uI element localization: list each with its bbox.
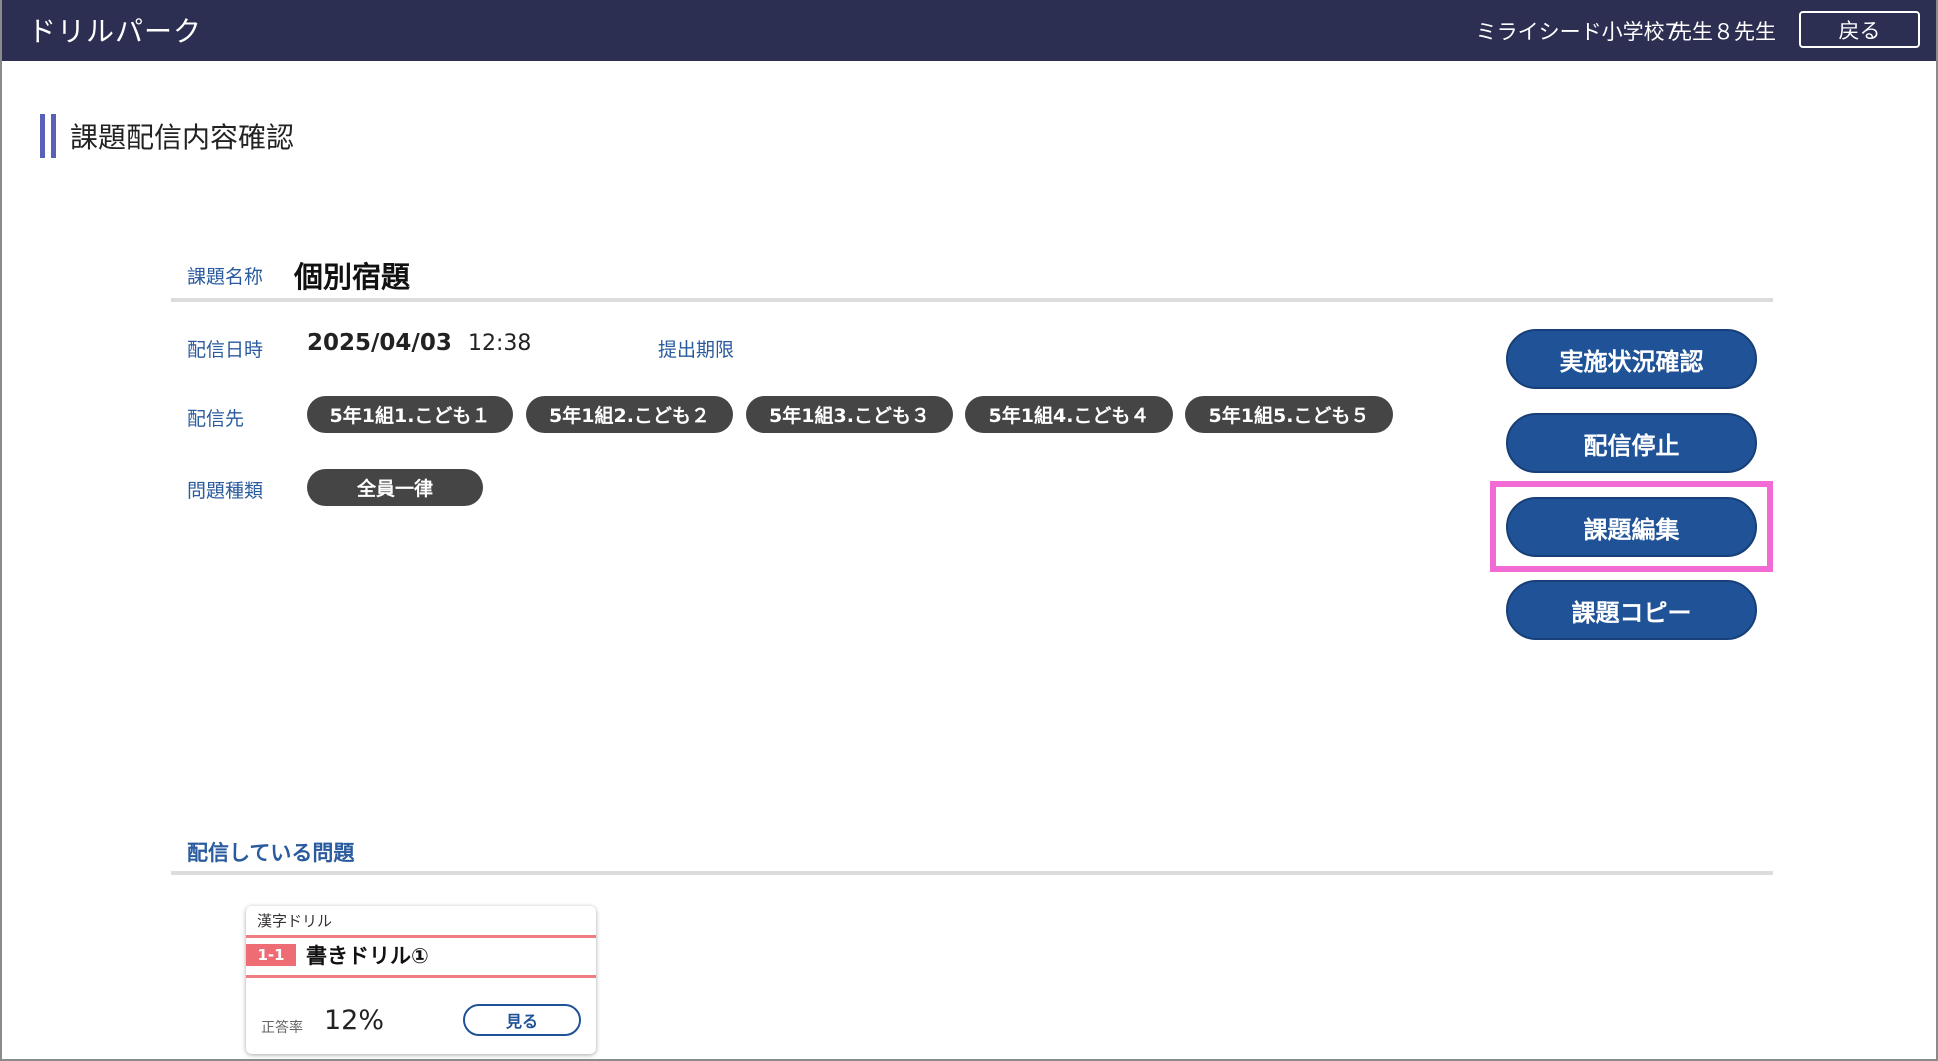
recipient-chip: 5年1組5.こども５ xyxy=(1185,396,1393,433)
recipient-chip: 5年1組1.こども１ xyxy=(307,396,513,433)
task-name: 個別宿題 xyxy=(294,260,411,294)
problem-type-chip: 全員一律 xyxy=(307,469,483,506)
copy-task-button[interactable]: 課題コピー xyxy=(1506,580,1757,640)
task-name-label: 課題名称 xyxy=(187,266,264,288)
view-problem-button[interactable]: 見る xyxy=(463,1004,581,1036)
header-bar: ドリルパーク ミライシード小学校7 先生８先生 戻る xyxy=(2,0,1936,61)
card-divider xyxy=(246,935,596,938)
problem-category: 漢字ドリル xyxy=(257,912,333,930)
problem-card: 漢字ドリル 1-1 書きドリル① 正答率 12% 見る xyxy=(246,906,596,1054)
page-title: 課題配信内容確認 xyxy=(70,121,295,154)
accuracy-value: 12% xyxy=(324,1005,385,1036)
app-title: ドリルパーク xyxy=(28,15,203,48)
delivered-problems-title: 配信している問題 xyxy=(187,841,355,865)
stop-delivery-button[interactable]: 配信停止 xyxy=(1506,413,1757,473)
recipient-chip: 5年1組4.こども４ xyxy=(965,396,1173,433)
back-button[interactable]: 戻る xyxy=(1799,11,1920,48)
recipient-chip: 5年1組2.こども２ xyxy=(526,396,733,433)
page-heading: 課題配信内容確認 xyxy=(40,114,294,158)
delivery-date: 2025/04/03 xyxy=(307,330,452,356)
recipient-chip: 5年1組3.こども３ xyxy=(746,396,953,433)
check-status-button[interactable]: 実施状況確認 xyxy=(1506,329,1757,389)
deadline-label: 提出期限 xyxy=(658,339,735,361)
edit-task-button[interactable]: 課題編集 xyxy=(1506,497,1757,557)
divider xyxy=(171,298,1773,302)
card-divider xyxy=(246,975,596,978)
title-accent-bars xyxy=(40,114,56,158)
delivery-datetime-label: 配信日時 xyxy=(187,339,264,361)
school-name: ミライシード小学校7 xyxy=(1475,20,1678,44)
accuracy-label: 正答率 xyxy=(261,1020,303,1036)
teacher-name: 先生８先生 xyxy=(1671,20,1776,44)
delivery-time: 12:38 xyxy=(468,331,532,356)
divider xyxy=(171,871,1773,875)
problem-name: 書きドリル① xyxy=(306,944,429,968)
problem-type-label: 問題種類 xyxy=(187,480,264,502)
recipients-label: 配信先 xyxy=(187,408,245,430)
app-window: ドリルパーク ミライシード小学校7 先生８先生 戻る 課題配信内容確認 課題名称… xyxy=(0,0,1938,1061)
problem-number-badge: 1-1 xyxy=(246,944,296,966)
